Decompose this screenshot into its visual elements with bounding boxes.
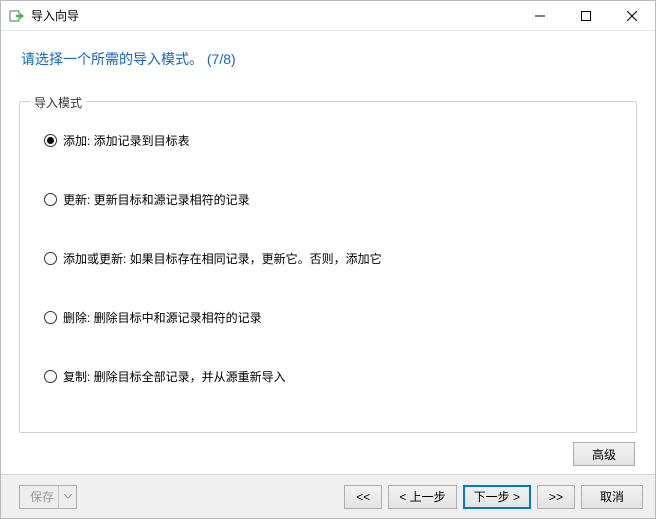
radio-option-copy[interactable]: 复制: 删除目标全部记录，并从源重新导入 xyxy=(44,368,620,385)
radio-label: 复制: 删除目标全部记录，并从源重新导入 xyxy=(63,368,286,385)
save-label: 保存 xyxy=(30,488,54,505)
minimize-button[interactable] xyxy=(517,1,563,31)
radio-icon xyxy=(44,134,57,147)
radio-label: 更新: 更新目标和源记录相符的记录 xyxy=(63,191,250,208)
radio-icon xyxy=(44,193,57,206)
radio-label: 添加: 添加记录到目标表 xyxy=(63,132,190,149)
close-button[interactable] xyxy=(609,1,655,31)
radio-icon xyxy=(44,370,57,383)
next-button[interactable]: 下一步 > xyxy=(463,485,531,509)
prev-button[interactable]: < 上一步 xyxy=(388,485,456,509)
radio-option-add-or-update[interactable]: 添加或更新: 如果目标存在相同记录，更新它。否则，添加它 xyxy=(44,250,620,267)
radio-label: 添加或更新: 如果目标存在相同记录，更新它。否则，添加它 xyxy=(63,250,382,267)
first-button[interactable]: << xyxy=(344,485,382,509)
save-button[interactable]: 保存 xyxy=(19,485,77,509)
cancel-button[interactable]: 取消 xyxy=(581,485,643,509)
window-title: 导入向导 xyxy=(31,7,79,24)
import-mode-fieldset: 导入模式 添加: 添加记录到目标表 更新: 更新目标和源记录相符的记录 添加或更… xyxy=(19,101,637,433)
radio-option-update[interactable]: 更新: 更新目标和源记录相符的记录 xyxy=(44,191,620,208)
maximize-button[interactable] xyxy=(563,1,609,31)
radio-option-delete[interactable]: 删除: 删除目标中和源记录相符的记录 xyxy=(44,309,620,326)
advanced-button[interactable]: 高级 xyxy=(573,442,635,466)
chevron-down-icon xyxy=(58,486,76,508)
radio-icon xyxy=(44,311,57,324)
titlebar: 导入向导 xyxy=(1,1,655,31)
fieldset-legend: 导入模式 xyxy=(30,94,86,111)
app-icon xyxy=(9,8,25,24)
wizard-footer: 保存 << < 上一步 下一步 > >> 取消 xyxy=(1,474,655,518)
radio-label: 删除: 删除目标中和源记录相符的记录 xyxy=(63,309,262,326)
last-button[interactable]: >> xyxy=(537,485,575,509)
radio-option-add[interactable]: 添加: 添加记录到目标表 xyxy=(44,132,620,149)
page-instruction: 请选择一个所需的导入模式。 (7/8) xyxy=(1,31,655,77)
radio-icon xyxy=(44,252,57,265)
